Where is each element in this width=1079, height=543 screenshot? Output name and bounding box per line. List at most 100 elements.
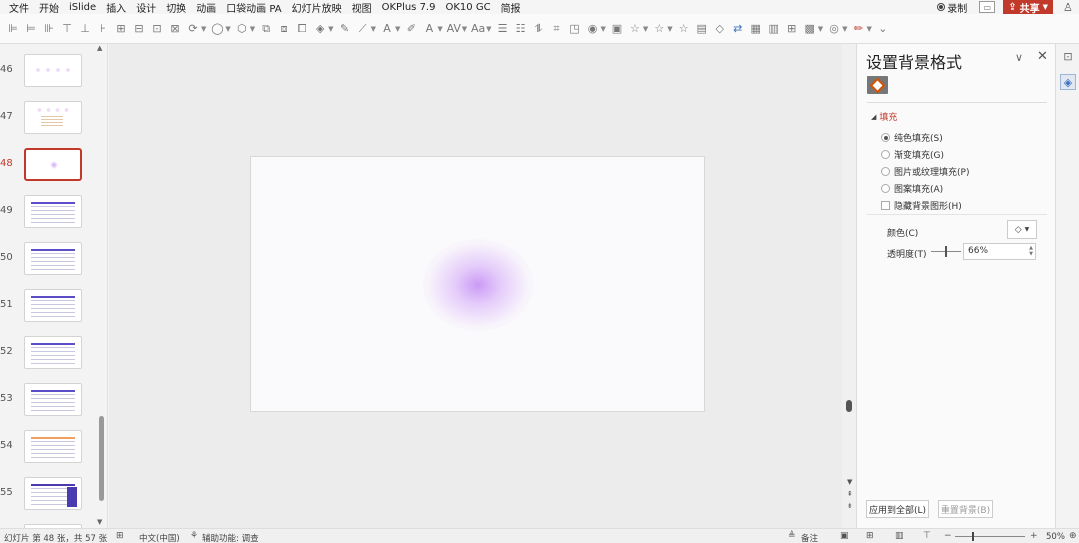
eyedropper-icon[interactable]: ◇ bbox=[713, 22, 727, 36]
fill-section-header[interactable]: ◢ 填充 bbox=[871, 110, 897, 124]
menu-item[interactable]: 设计 bbox=[136, 0, 156, 15]
slide-thumbnail[interactable] bbox=[24, 289, 82, 322]
rotate-icon[interactable]: ⟳ bbox=[186, 22, 200, 36]
reading-view-icon[interactable]: ▥ bbox=[895, 531, 904, 541]
change-case-icon[interactable]: Aa bbox=[471, 22, 485, 36]
ungroup-icon[interactable]: ⊠ bbox=[168, 22, 182, 36]
arrange-back-icon[interactable]: ⧈ bbox=[277, 22, 291, 36]
image-icon[interactable]: ▩ bbox=[803, 22, 817, 36]
checkbox-icon[interactable] bbox=[881, 201, 890, 210]
arrange-front-icon[interactable]: ⧉ bbox=[259, 22, 273, 36]
slide-thumbnail-row[interactable]: 54 bbox=[0, 430, 100, 470]
canvas-scroll-thumb[interactable] bbox=[846, 400, 852, 412]
replace-icon[interactable]: ⇄ bbox=[731, 22, 745, 36]
numbering-icon[interactable]: ☷ bbox=[514, 22, 528, 36]
radio-icon[interactable] bbox=[881, 167, 890, 176]
record-button[interactable]: 录制 bbox=[937, 0, 967, 15]
chart-icon[interactable]: ▥ bbox=[767, 22, 781, 36]
star-outline-icon[interactable]: ☆ bbox=[652, 22, 666, 36]
menu-item[interactable]: 插入 bbox=[106, 0, 126, 15]
shape-icon[interactable]: ◯ bbox=[210, 22, 224, 36]
font-color-icon[interactable]: A bbox=[380, 22, 394, 36]
more-icon[interactable]: ⌄ bbox=[876, 22, 890, 36]
chevron-down-icon[interactable]: ▼ bbox=[667, 25, 672, 33]
zoom-in-icon[interactable]: + bbox=[1030, 531, 1038, 541]
menu-item[interactable]: iSlide bbox=[69, 2, 96, 13]
chevron-down-icon[interactable]: ▼ bbox=[201, 25, 206, 33]
transparency-input[interactable]: 66% ▲ ▼ bbox=[963, 243, 1036, 260]
accessibility[interactable]: 辅助功能: 调查 bbox=[202, 532, 259, 543]
apply-to-all-button[interactable]: 应用到全部(L) bbox=[866, 500, 929, 518]
slide-thumbnail-row[interactable]: 48 bbox=[0, 148, 100, 188]
fill-option-radio[interactable]: 图片或纹理填充(P) bbox=[881, 165, 969, 178]
close-icon[interactable]: ✕ bbox=[1037, 49, 1048, 64]
slide-thumbnail[interactable] bbox=[24, 195, 82, 228]
chevron-down-icon[interactable]: ▼ bbox=[601, 25, 606, 33]
slideshow-icon[interactable]: ⊤ bbox=[923, 531, 931, 541]
scroll-down-icon[interactable]: ▼ bbox=[847, 478, 852, 486]
menu-item[interactable]: 开始 bbox=[39, 0, 59, 15]
chevron-down-icon[interactable]: ▼ bbox=[818, 25, 823, 33]
favorite-icon[interactable]: ☆ bbox=[677, 22, 691, 36]
picture-icon[interactable]: ▣ bbox=[610, 22, 624, 36]
comment-icon[interactable]: ▭ bbox=[979, 1, 996, 13]
fit-slide-icon[interactable]: ⊕ bbox=[1069, 531, 1077, 541]
format-icon[interactable]: ◈ bbox=[1060, 74, 1076, 90]
spell-check-icon[interactable]: ⊞ bbox=[116, 531, 124, 541]
zoom-out-icon[interactable]: − bbox=[944, 531, 952, 541]
slide-thumbnail-row[interactable]: 49 bbox=[0, 195, 100, 235]
highlighter-icon[interactable]: ✐ bbox=[404, 22, 418, 36]
slide-thumbnail-row[interactable]: 55 bbox=[0, 477, 100, 517]
language[interactable]: 中文(中国) bbox=[139, 532, 180, 543]
menu-item[interactable]: 视图 bbox=[352, 0, 372, 15]
slide-thumbnail[interactable] bbox=[24, 101, 82, 134]
chevron-down-icon[interactable]: ▼ bbox=[866, 25, 871, 33]
pen-icon[interactable]: ✎ bbox=[338, 22, 352, 36]
share-button[interactable]: ⇪ 共享 ▼ bbox=[1003, 0, 1053, 15]
slide-thumbnail-row[interactable]: 53 bbox=[0, 383, 100, 423]
align-center-icon[interactable]: ⊨ bbox=[24, 22, 38, 36]
comment-icon[interactable]: ▤ bbox=[695, 22, 709, 36]
person-icon[interactable]: ♙ bbox=[1063, 1, 1075, 14]
scroll-up-icon[interactable]: ▲ bbox=[97, 44, 102, 52]
slide-thumbnail[interactable] bbox=[24, 54, 82, 87]
zoom-slider-knob[interactable] bbox=[972, 532, 974, 541]
shape-outline-icon[interactable]: ⬡ bbox=[235, 22, 249, 36]
menu-item[interactable]: 幻灯片放映 bbox=[292, 0, 342, 15]
chevron-down-icon[interactable]: ▼ bbox=[486, 25, 491, 33]
text-direction-icon[interactable]: ⥮ bbox=[532, 22, 546, 36]
menu-item[interactable]: 动画 bbox=[196, 0, 216, 15]
crop-icon[interactable]: ⌗ bbox=[550, 22, 564, 36]
slide-thumbnail-row[interactable]: 51 bbox=[0, 289, 100, 329]
chevron-down-icon[interactable]: ▼ bbox=[842, 25, 847, 33]
zoom-level[interactable]: 50% bbox=[1046, 532, 1065, 542]
menu-item[interactable]: OK10 GC bbox=[445, 2, 490, 13]
fill-tab[interactable] bbox=[867, 76, 888, 94]
hide-background-checkbox[interactable]: 隐藏背景图形(H) bbox=[881, 199, 962, 212]
slide-thumbnail-row[interactable]: 46 bbox=[0, 54, 100, 94]
chevron-down-icon[interactable]: ∨ bbox=[1015, 51, 1023, 64]
slide-sorter-icon[interactable]: ⊞ bbox=[866, 531, 874, 541]
slide-thumbnail[interactable] bbox=[24, 148, 82, 181]
prev-slide-icon[interactable]: ⇞ bbox=[847, 490, 853, 498]
spinner-icon[interactable]: ▲ ▼ bbox=[1029, 245, 1033, 257]
align-top-icon[interactable]: ⊤ bbox=[60, 22, 74, 36]
color-icon[interactable]: ◉ bbox=[586, 22, 600, 36]
notes-button[interactable]: 备注 bbox=[801, 532, 818, 543]
fit-icon[interactable]: ⊞ bbox=[785, 22, 799, 36]
radio-icon[interactable] bbox=[881, 184, 890, 193]
draw-icon[interactable]: ✏ bbox=[851, 22, 865, 36]
chevron-down-icon[interactable]: ▼ bbox=[250, 25, 255, 33]
distribute-h-icon[interactable]: ⊞ bbox=[114, 22, 128, 36]
align-bottom-icon[interactable]: ⊦ bbox=[96, 22, 110, 36]
chevron-down-icon[interactable]: ▼ bbox=[328, 25, 333, 33]
next-slide-icon[interactable]: ⇟ bbox=[847, 502, 853, 510]
chevron-down-icon[interactable]: ▼ bbox=[462, 25, 467, 33]
insert-shape-icon[interactable]: ◳ bbox=[568, 22, 582, 36]
chevron-down-icon[interactable]: ▼ bbox=[225, 25, 230, 33]
menu-item[interactable]: 切换 bbox=[166, 0, 186, 15]
current-slide[interactable] bbox=[250, 156, 705, 412]
fill-option-radio[interactable]: 渐变填充(G) bbox=[881, 148, 944, 161]
radio-icon[interactable] bbox=[881, 133, 890, 142]
chevron-down-icon[interactable]: ▼ bbox=[395, 25, 400, 33]
